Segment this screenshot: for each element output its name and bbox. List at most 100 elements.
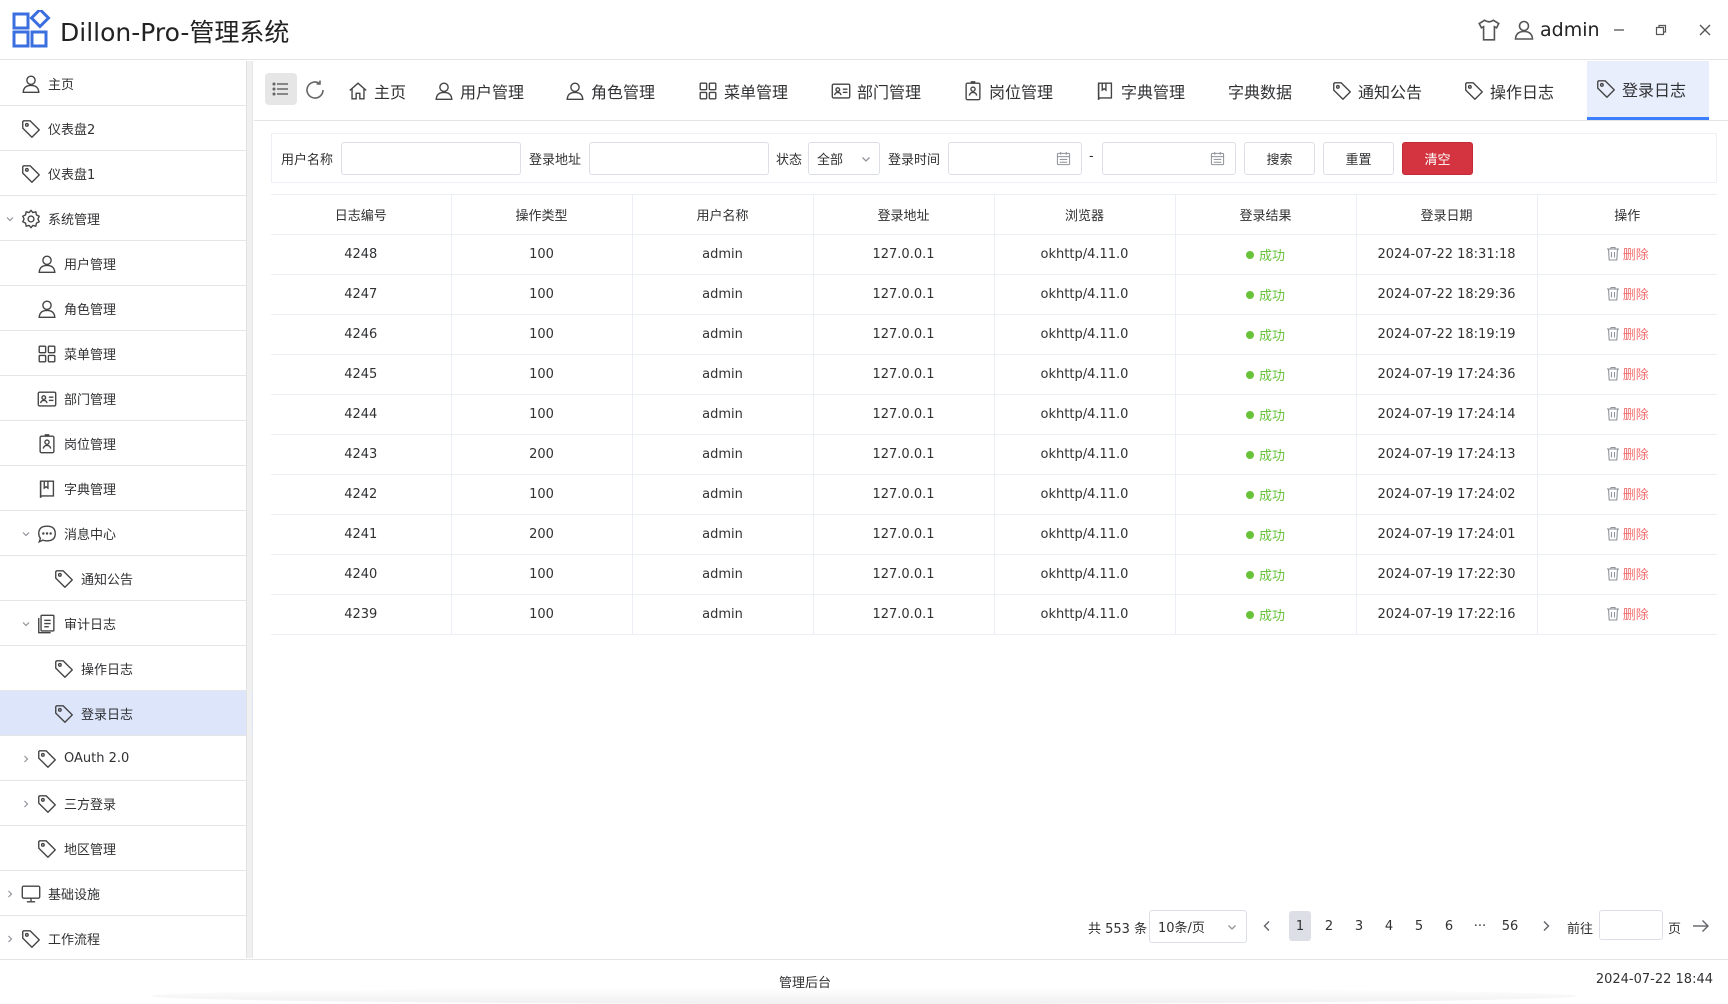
status-dot	[1245, 490, 1254, 499]
sidebar-item-14[interactable]: 登录日志	[0, 691, 253, 736]
search-button[interactable]: 搜索	[1244, 142, 1315, 175]
clear-button[interactable]: 清空	[1402, 142, 1473, 175]
chevron-down-icon[interactable]	[21, 529, 31, 539]
chevron-down-icon	[1228, 925, 1236, 930]
page-number[interactable]: 5	[1408, 911, 1430, 941]
page-number[interactable]: 56	[1499, 911, 1521, 941]
refresh-button[interactable]	[303, 78, 327, 102]
cell-action: 删除	[1537, 594, 1717, 635]
page-number[interactable]: 1	[1289, 911, 1311, 941]
delete-button[interactable]: 删除	[1606, 524, 1649, 543]
delete-button[interactable]: 删除	[1606, 444, 1649, 463]
delete-button[interactable]: 删除	[1606, 364, 1649, 383]
tag-icon	[55, 659, 73, 678]
tab-label: 用户管理	[460, 82, 525, 102]
restore-button[interactable]	[1653, 14, 1669, 46]
sidebar-item-16[interactable]: 三方登录	[0, 781, 253, 826]
page-size-select[interactable]: 10条/页	[1149, 910, 1247, 943]
column-header[interactable]: 登录日期	[1356, 194, 1538, 235]
column-header[interactable]: 浏览器	[994, 194, 1176, 235]
reset-button[interactable]: 重置	[1323, 142, 1394, 175]
column-header[interactable]: 操作类型	[451, 194, 633, 235]
page-ellipsis[interactable]: ···	[1469, 911, 1491, 941]
sidebar-item-17[interactable]: 地区管理	[0, 826, 253, 871]
sidebar-item-5[interactable]: 角色管理	[0, 286, 253, 331]
page-number[interactable]: 6	[1438, 911, 1460, 941]
cell-result: 成功	[1175, 394, 1357, 435]
column-header[interactable]: 操作	[1537, 194, 1717, 235]
delete-button[interactable]: 删除	[1606, 284, 1649, 303]
trash-icon	[1606, 606, 1619, 621]
column-header[interactable]: 登录地址	[813, 194, 995, 235]
tab-10[interactable]: 登录日志	[1587, 61, 1709, 120]
tab-0[interactable]: 主页	[347, 61, 406, 120]
status-badge: 成功	[1245, 605, 1285, 624]
tab-5[interactable]: 岗位管理	[962, 61, 1053, 120]
delete-button[interactable]: 删除	[1606, 244, 1649, 263]
chevron-right-icon[interactable]	[21, 754, 31, 764]
tab-4[interactable]: 部门管理	[830, 61, 921, 120]
chevron-right-icon[interactable]	[21, 799, 31, 809]
sidebar-item-1[interactable]: 仪表盘2	[0, 106, 253, 151]
column-header[interactable]: 用户名称	[632, 194, 814, 235]
cell-type: 100	[451, 234, 633, 275]
sidebar-item-12[interactable]: 审计日志	[0, 601, 253, 646]
sidebar-item-6[interactable]: 菜单管理	[0, 331, 253, 376]
delete-button[interactable]: 删除	[1606, 404, 1649, 423]
cell-date: 2024-07-22 18:29:36	[1356, 274, 1538, 315]
tab-1[interactable]: 用户管理	[433, 61, 524, 120]
cell-user: admin	[632, 554, 814, 595]
status-text: 成功	[1258, 449, 1285, 464]
tab-9[interactable]: 操作日志	[1463, 61, 1554, 120]
sidebar-item-4[interactable]: 用户管理	[0, 241, 253, 286]
cell-date: 2024-07-19 17:24:14	[1356, 394, 1538, 435]
page-number[interactable]: 4	[1378, 911, 1400, 941]
delete-button[interactable]: 删除	[1606, 484, 1649, 503]
goto-arrow-button[interactable]	[1690, 911, 1712, 941]
column-header[interactable]: 登录结果	[1175, 194, 1357, 235]
sidebar-item-3[interactable]: 系统管理	[0, 196, 253, 241]
tab-6[interactable]: 字典管理	[1094, 61, 1185, 120]
page-number[interactable]: 3	[1348, 911, 1370, 941]
chevron-right-icon[interactable]	[5, 934, 15, 944]
address-input[interactable]	[589, 142, 769, 175]
column-header[interactable]: 日志编号	[271, 194, 452, 235]
goto-page-input[interactable]	[1599, 910, 1663, 940]
tab-8[interactable]: 通知公告	[1331, 61, 1422, 120]
prev-page-button[interactable]	[1257, 911, 1277, 941]
sidebar: 主页 仪表盘2 仪表盘1 系统管理 用户管理 角色管理 菜单管理 部门管理 岗位管理 字典管理 消息…	[0, 61, 253, 961]
theme-shirt-icon[interactable]	[1476, 14, 1502, 46]
user-menu[interactable]: admin	[1512, 14, 1600, 46]
sidebar-item-7[interactable]: 部门管理	[0, 376, 253, 421]
chevron-down-icon[interactable]	[5, 214, 15, 224]
username-input[interactable]	[341, 142, 521, 175]
sidebar-scrollbar[interactable]	[246, 61, 252, 958]
tab-3[interactable]: 菜单管理	[697, 61, 788, 120]
delete-button[interactable]: 删除	[1606, 324, 1649, 343]
sidebar-item-9[interactable]: 字典管理	[0, 466, 253, 511]
tab-7[interactable]: 字典数据	[1228, 61, 1292, 120]
sidebar-item-8[interactable]: 岗位管理	[0, 421, 253, 466]
sidebar-item-10[interactable]: 消息中心	[0, 511, 253, 556]
page-number[interactable]: 2	[1318, 911, 1340, 941]
sidebar-item-0[interactable]: 主页	[0, 61, 253, 106]
delete-button[interactable]: 删除	[1606, 604, 1649, 623]
sidebar-item-11[interactable]: 通知公告	[0, 556, 253, 601]
sidebar-item-19[interactable]: 工作流程	[0, 916, 253, 961]
sidebar-item-2[interactable]: 仪表盘1	[0, 151, 253, 196]
close-button[interactable]	[1697, 14, 1713, 46]
minimize-button[interactable]	[1611, 14, 1627, 46]
end-date-input[interactable]	[1102, 142, 1236, 175]
arrow-right-icon	[1693, 920, 1709, 932]
next-page-button[interactable]	[1536, 911, 1556, 941]
sidebar-item-15[interactable]: OAuth 2.0	[0, 736, 253, 781]
tab-2[interactable]: 角色管理	[564, 61, 655, 120]
chevron-down-icon[interactable]	[21, 619, 31, 629]
status-select[interactable]: 全部	[808, 142, 880, 175]
start-date-input[interactable]	[948, 142, 1082, 175]
sidebar-item-13[interactable]: 操作日志	[0, 646, 253, 691]
delete-button[interactable]: 删除	[1606, 564, 1649, 583]
chevron-right-icon[interactable]	[5, 889, 15, 899]
menu-toggle-button[interactable]	[265, 73, 297, 105]
sidebar-item-18[interactable]: 基础设施	[0, 871, 253, 916]
